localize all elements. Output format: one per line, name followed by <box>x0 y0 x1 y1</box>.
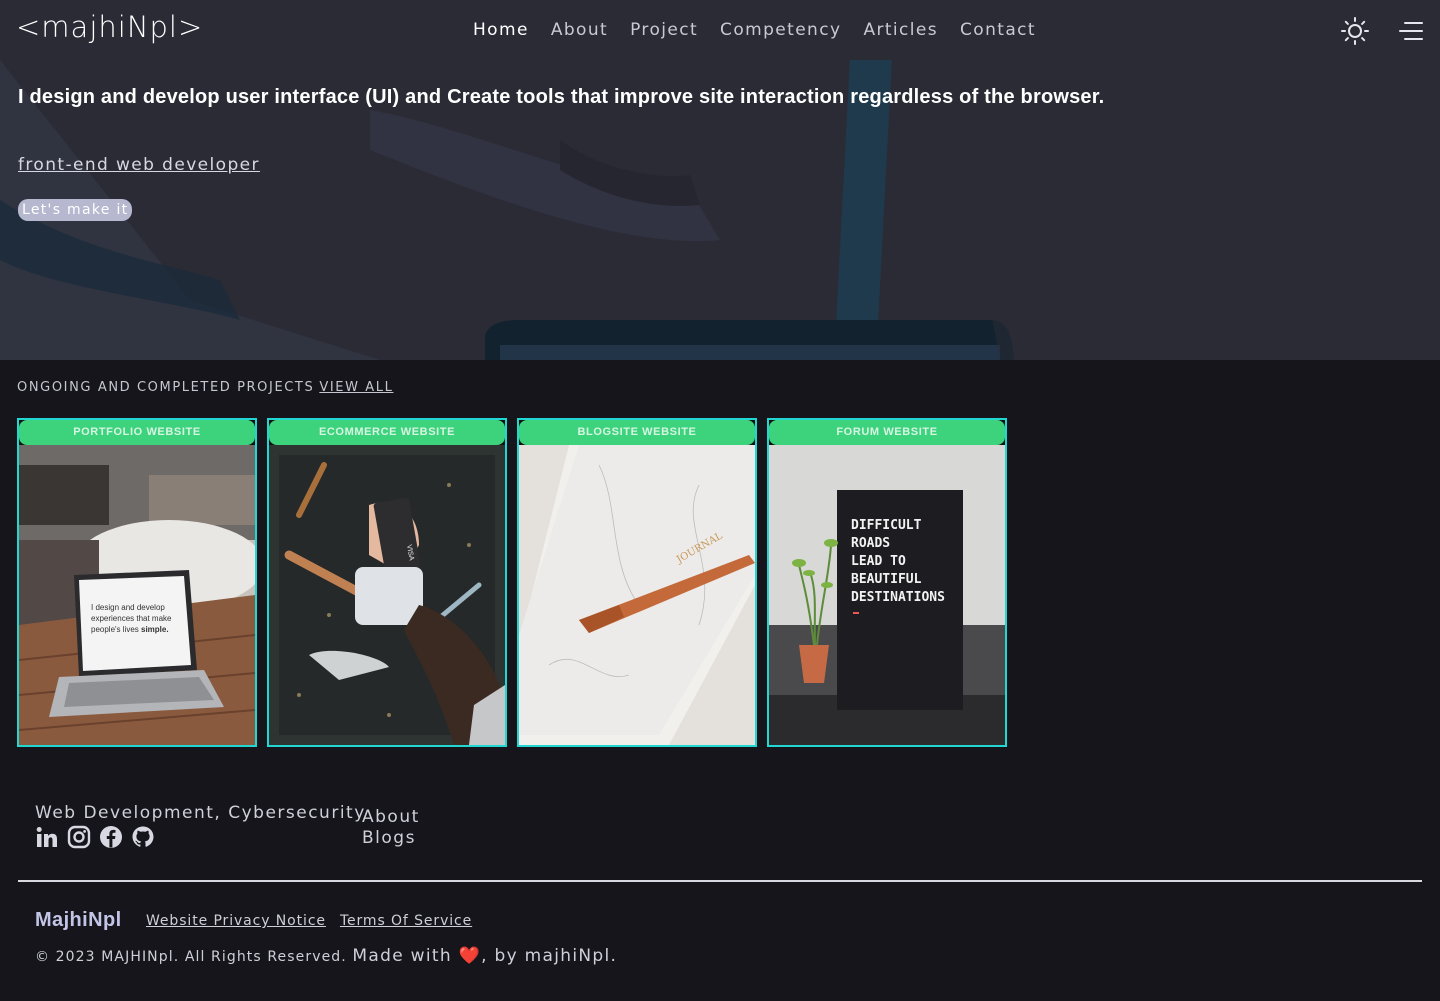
legal-links: Website Privacy Notice Terms Of Service <box>146 913 472 929</box>
svg-text:ROADS: ROADS <box>851 536 890 551</box>
nav-links: Home About Project Competency Articles C… <box>473 20 1036 40</box>
facebook-icon[interactable] <box>99 825 123 849</box>
project-card-forum[interactable]: FORUM WEBSITE DIFFICULT ROADS LEAD TO BE… <box>767 418 1007 747</box>
footer-link-blogs[interactable]: Blogs <box>362 828 420 849</box>
nav-project[interactable]: Project <box>630 20 698 40</box>
svg-text:DESTINATIONS: DESTINATIONS <box>851 590 945 605</box>
top-navigation: <majhiNpl> Home About Project Competency… <box>0 0 1440 62</box>
project-label: FORUM WEBSITE <box>769 420 1005 445</box>
projects-heading-text: ONGOING AND COMPLETED PROJECTS <box>17 380 315 395</box>
card-payment-workbench-image: VISA <box>269 445 505 745</box>
svg-text:LEAD TO: LEAD TO <box>851 554 906 569</box>
site-logo[interactable]: <majhiNpl> <box>16 10 203 44</box>
role-link[interactable]: front-end web developer <box>18 155 260 175</box>
footer-tagline: Web Development, Cybersecurity <box>35 803 366 823</box>
sun-icon[interactable] <box>1340 16 1370 46</box>
project-card-ecommerce[interactable]: ECOMMERCE WEBSITE VISA <box>267 418 507 747</box>
project-card-blogsite[interactable]: BLOGSITE WEBSITE JOURNAL <box>517 418 757 747</box>
footer-link-about[interactable]: About <box>362 807 420 828</box>
laptop-on-table-image: I design and develop experiences that ma… <box>19 445 255 745</box>
footer-links: About Blogs <box>362 807 420 849</box>
footer-brand[interactable]: MajhiNpl <box>35 909 122 932</box>
hero-headline: I design and develop user interface (UI)… <box>18 86 1105 108</box>
svg-text:DIFFICULT: DIFFICULT <box>851 518 922 533</box>
terms-of-service-link[interactable]: Terms Of Service <box>340 913 472 929</box>
copyright-text: © 2023 MAJHINpl. All Rights Reserved. <box>35 949 347 965</box>
social-links <box>35 825 155 849</box>
journal-and-pen-image: JOURNAL <box>519 445 755 745</box>
project-card-portfolio[interactable]: PORTFOLIO WEBSITE I design and develop e… <box>17 418 257 747</box>
svg-text:BEAUTIFUL: BEAUTIFUL <box>851 572 922 587</box>
hero-section: <majhiNpl> Home About Project Competency… <box>0 0 1440 360</box>
menu-icon[interactable] <box>1398 18 1424 44</box>
github-icon[interactable] <box>131 825 155 849</box>
svg-text:experiences that make: experiences that make <box>91 614 172 623</box>
project-label: BLOGSITE WEBSITE <box>519 420 755 445</box>
nav-articles[interactable]: Articles <box>863 20 938 40</box>
nav-home[interactable]: Home <box>473 20 529 40</box>
nav-about[interactable]: About <box>551 20 608 40</box>
laptop-screen-text: I design and develop <box>91 603 165 612</box>
project-label: PORTFOLIO WEBSITE <box>19 420 255 445</box>
nav-competency[interactable]: Competency <box>720 20 841 40</box>
view-all-link[interactable]: VIEW ALL <box>319 380 393 395</box>
linkedin-icon[interactable] <box>35 825 59 849</box>
projects-heading: ONGOING AND COMPLETED PROJECTS VIEW ALL <box>17 380 393 395</box>
project-cards: PORTFOLIO WEBSITE I design and develop e… <box>17 418 1007 747</box>
svg-text:people's lives simple.: people's lives simple. <box>91 625 169 634</box>
nav-contact[interactable]: Contact <box>960 20 1036 40</box>
privacy-notice-link[interactable]: Website Privacy Notice <box>146 913 326 929</box>
made-with-text: Made with ❤️, by majhiNpl. <box>352 946 618 966</box>
instagram-icon[interactable] <box>67 825 91 849</box>
footer-divider <box>18 880 1422 882</box>
letterboard-and-plant-image: DIFFICULT ROADS LEAD TO BEAUTIFUL DESTIN… <box>769 445 1005 745</box>
copyright: © 2023 MAJHINpl. All Rights Reserved. Ma… <box>35 946 617 966</box>
lets-make-it-button[interactable]: Let's make it <box>18 199 133 221</box>
project-label: ECOMMERCE WEBSITE <box>269 420 505 445</box>
